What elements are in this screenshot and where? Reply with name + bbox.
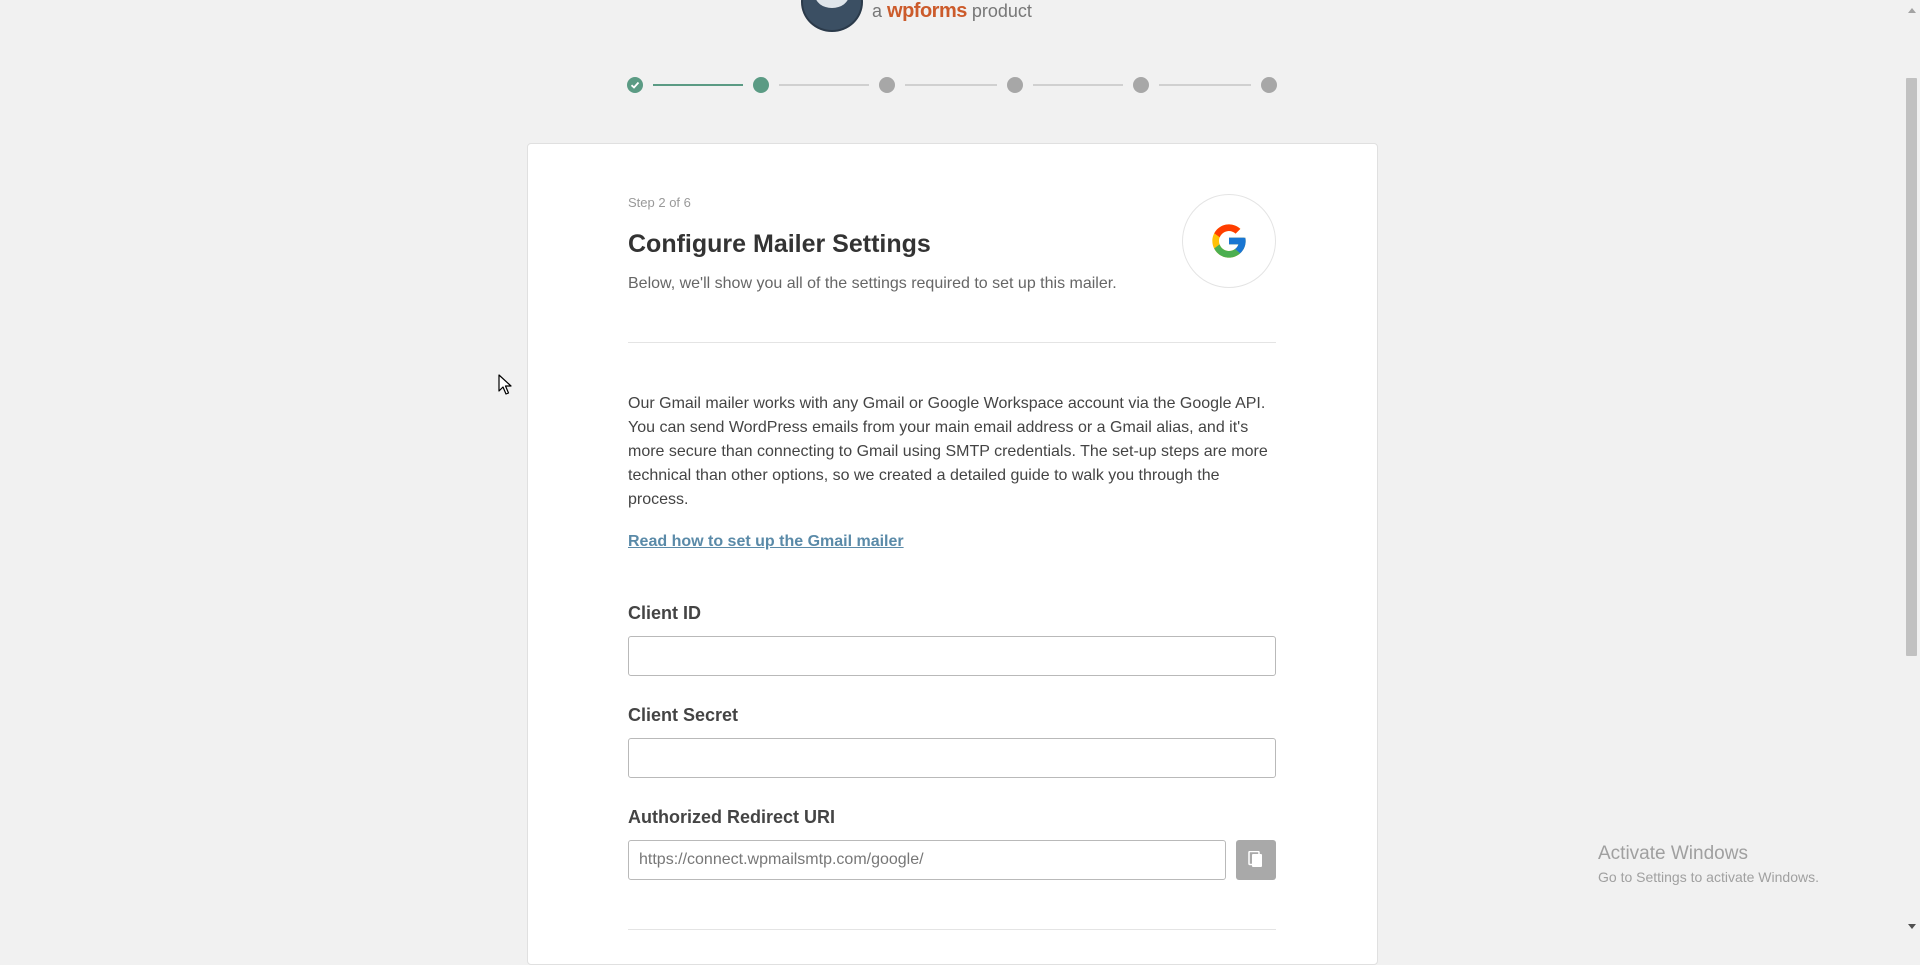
step-connector (905, 84, 997, 86)
page-title: Configure Mailer Settings (628, 230, 931, 258)
redirect-uri-input[interactable] (628, 840, 1226, 880)
mailer-description: Our Gmail mailer works with any Gmail or… (628, 395, 1268, 508)
step-label: Step 2 of 6 (628, 195, 691, 210)
brand-suffix: product (971, 1, 1032, 21)
section-divider (628, 342, 1276, 343)
redirect-uri-label: Authorized Redirect URI (628, 807, 836, 827)
page-subtitle: Below, we'll show you all of the setting… (628, 275, 1117, 292)
step-6 (1261, 77, 1277, 93)
step-connector (1159, 84, 1251, 86)
google-icon (1182, 194, 1276, 288)
client-id-input[interactable] (628, 636, 1276, 676)
step-3 (879, 77, 895, 93)
step-2-current (753, 77, 769, 93)
step-connector (1033, 84, 1123, 86)
activate-windows-subtitle: Go to Settings to activate Windows. (1598, 869, 1819, 885)
activate-windows-watermark: Activate Windows Go to Settings to activ… (1598, 843, 1819, 885)
scroll-thumb[interactable] (1906, 78, 1917, 656)
scroll-up-arrow-icon[interactable] (1908, 8, 1916, 13)
copy-icon (1248, 851, 1262, 867)
step-progress (627, 75, 1277, 95)
mouse-cursor-icon (498, 374, 512, 401)
mailer-settings-card: Step 2 of 6 Configure Mailer Settings Be… (527, 143, 1378, 965)
wpforms-logo: wpforms (887, 0, 967, 22)
client-id-label: Client ID (628, 603, 702, 623)
activate-windows-title: Activate Windows (1598, 843, 1748, 864)
brand-prefix: a (872, 1, 883, 21)
step-connector (653, 84, 743, 86)
client-secret-label: Client Secret (628, 705, 739, 725)
step-4 (1007, 77, 1023, 93)
step-1-complete-icon (627, 77, 643, 93)
brand-header: a wpforms product (801, 0, 1061, 32)
gmail-guide-link[interactable]: Read how to set up the Gmail mailer (628, 533, 904, 551)
step-5 (1133, 77, 1149, 93)
client-secret-input[interactable] (628, 738, 1276, 778)
step-connector (779, 84, 869, 86)
page-scrollbar[interactable] (1903, 0, 1920, 937)
section-divider (628, 929, 1276, 930)
brand-tagline: a wpforms product (872, 0, 1032, 23)
copy-uri-button[interactable] (1236, 840, 1276, 880)
brand-logo-icon (801, 0, 863, 32)
scroll-down-arrow-icon[interactable] (1908, 924, 1916, 929)
